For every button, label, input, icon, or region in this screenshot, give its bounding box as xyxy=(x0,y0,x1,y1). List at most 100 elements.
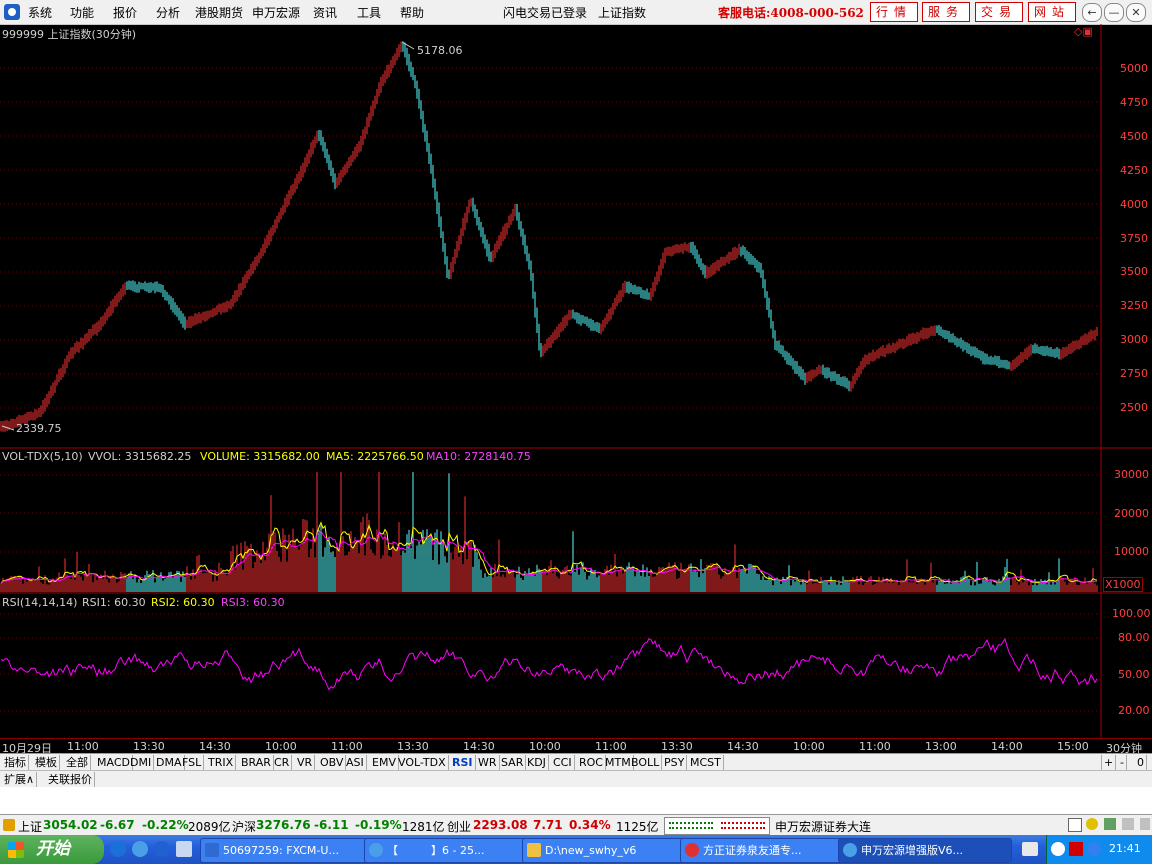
hs-index-name[interactable]: 沪深 xyxy=(232,818,256,835)
indicator-tab-boll[interactable]: BOLL xyxy=(629,755,663,770)
lock-status-icon[interactable] xyxy=(1122,818,1134,830)
broker-name: 申万宏源证券大连 xyxy=(775,820,872,834)
sh-index-name[interactable]: 上证 xyxy=(18,818,42,835)
close-icon[interactable]: ✕ xyxy=(1126,3,1146,22)
hs-index-amount: 1281亿 xyxy=(402,820,445,834)
task-founder[interactable]: 方正证券泉友通专... xyxy=(680,838,852,863)
quote-button[interactable]: 行情 xyxy=(870,2,918,22)
indicator-tab-wr[interactable]: WR xyxy=(476,755,500,770)
indicator-tab-sar[interactable]: SAR xyxy=(499,755,527,770)
keyboard-icon[interactable] xyxy=(1022,842,1038,856)
sound-icon[interactable] xyxy=(1140,818,1150,830)
menu-item-function[interactable]: 功能 xyxy=(70,4,94,21)
menu-item-analysis[interactable]: 分析 xyxy=(156,4,180,21)
start-button[interactable]: 开始 xyxy=(0,835,104,864)
high-price-label: 5178.06 xyxy=(417,44,463,57)
menu-item-quote[interactable]: 报价 xyxy=(113,4,137,21)
reset-zoom-button[interactable]: 0 xyxy=(1135,755,1147,770)
menu-item-system[interactable]: 系统 xyxy=(28,4,52,21)
task-swhy[interactable]: 申万宏源增强版V6... xyxy=(838,838,1012,863)
volume-indicator-name: VOL-TDX(5,10) xyxy=(2,450,83,463)
indicator-tab-cr[interactable]: CR xyxy=(272,755,293,770)
price-gridlines xyxy=(0,67,1101,409)
sh-index-change: -6.67 xyxy=(100,818,135,832)
indicator-tab-mcst[interactable]: MCST xyxy=(688,755,724,770)
time-label: 14:30 xyxy=(463,740,495,753)
rsi-tick: 80.00 xyxy=(1118,631,1150,644)
indicator-tab-[interactable]: 全部 xyxy=(64,755,91,770)
task-fxcm[interactable]: 50697259: FXCM-U... xyxy=(200,838,372,863)
indicator-tab-[interactable]: 指标 xyxy=(2,755,29,770)
indicator-tab-vr[interactable]: VR xyxy=(295,755,316,770)
indicator-tab-asi[interactable]: ASI xyxy=(344,755,367,770)
task-folder[interactable]: D:\new_swhy_v6 xyxy=(522,838,694,863)
time-label: 11:00 xyxy=(67,740,99,753)
flash-trade-status: 闪电交易已登录 xyxy=(503,6,588,20)
price-tick: 3000 xyxy=(1120,333,1148,346)
current-index-name: 上证指数 xyxy=(598,6,647,20)
menu-item-tools[interactable]: 工具 xyxy=(357,4,381,21)
tray-app-icon[interactable] xyxy=(1069,842,1083,856)
window-icon[interactable] xyxy=(1068,818,1082,832)
low-marker xyxy=(1,425,15,431)
tray-network-icon[interactable] xyxy=(1087,842,1101,856)
indicator-tab-cci[interactable]: CCI xyxy=(551,755,575,770)
price-tick: 3750 xyxy=(1120,232,1148,245)
start-label: 开始 xyxy=(36,839,70,859)
indicator-tab-kdj[interactable]: KDJ xyxy=(525,755,549,770)
tray-expand-icon[interactable] xyxy=(1051,842,1065,856)
indicator-tab-psy[interactable]: PSY xyxy=(662,755,688,770)
chart-title: 999999 上证指数(30分钟) xyxy=(2,28,137,41)
volume-ma10: MA10: 2728140.75 xyxy=(426,450,531,463)
ie-alt-icon[interactable] xyxy=(154,841,170,857)
task-document[interactable]: 【 】6 - 25... xyxy=(364,838,536,863)
indicator-tab-rsi[interactable]: RSI xyxy=(450,755,476,770)
indicator-tab-[interactable]: 模板 xyxy=(33,755,60,770)
ie-icon[interactable] xyxy=(110,841,126,857)
indicator-tab-dmi[interactable]: DMI xyxy=(128,755,155,770)
service-button[interactable]: 服务 xyxy=(922,2,970,22)
chart-area[interactable]: 999999 上证指数(30分钟) ◇▣ 5178.06 2339.75 500… xyxy=(0,24,1152,738)
zoom-out-button[interactable]: - xyxy=(1118,755,1127,770)
cy-index-pct: 0.34% xyxy=(569,818,611,832)
browser-icon[interactable] xyxy=(132,841,148,857)
smiley-icon[interactable] xyxy=(1086,818,1098,830)
related-quote-tab[interactable]: 关联报价 xyxy=(46,772,95,787)
indicator-tab-vol-tdx[interactable]: VOL-TDX xyxy=(396,755,449,770)
price-tick: 4250 xyxy=(1120,164,1148,177)
minimize-icon[interactable]: — xyxy=(1104,3,1124,22)
app-logo-icon xyxy=(4,4,20,20)
chart-options-icon[interactable]: ◇▣ xyxy=(1074,25,1093,38)
cy-index-name[interactable]: 创业 xyxy=(447,818,471,835)
price-tick: 3250 xyxy=(1120,299,1148,312)
expand-tab[interactable]: 扩展∧ xyxy=(2,772,38,787)
indicator-tab-trix[interactable]: TRIX xyxy=(206,755,237,770)
volume-unit: X1000 xyxy=(1103,577,1143,592)
volume-value: VOLUME: 3315682.00 xyxy=(200,450,320,463)
indicator-tab-obv[interactable]: OBV xyxy=(318,755,347,770)
time-label: 10:00 xyxy=(265,740,297,753)
indicator-tab-emv[interactable]: EMV xyxy=(370,755,399,770)
task-label: 方正证券泉友通专... xyxy=(703,844,802,857)
back-icon[interactable]: ← xyxy=(1082,3,1102,22)
founder-icon xyxy=(685,843,699,857)
signal-icon[interactable] xyxy=(1104,818,1116,830)
menu-item-news[interactable]: 资讯 xyxy=(313,4,337,21)
menu-item-hk-futures[interactable]: 港股期货 xyxy=(195,4,243,21)
menu-item-swhy[interactable]: 申万宏源 xyxy=(252,4,300,21)
price-tick: 4000 xyxy=(1120,198,1148,211)
rsi-tick: 20.00 xyxy=(1118,704,1150,717)
price-tick: 3500 xyxy=(1120,265,1148,278)
indicator-tab-fsl[interactable]: FSL xyxy=(180,755,205,770)
chart-canvas[interactable] xyxy=(0,24,1152,738)
desktop-icon[interactable] xyxy=(176,841,192,857)
menu-item-help[interactable]: 帮助 xyxy=(400,4,424,21)
time-label: 10:00 xyxy=(793,740,825,753)
trade-button[interactable]: 交易 xyxy=(975,2,1023,22)
fxcm-icon xyxy=(205,843,219,857)
indicator-tab-roc[interactable]: ROC xyxy=(577,755,606,770)
website-button[interactable]: 网站 xyxy=(1028,2,1076,22)
indicator-tab-brar[interactable]: BRAR xyxy=(239,755,274,770)
hs-index-price: 3276.76 xyxy=(256,818,311,832)
zoom-in-button[interactable]: + xyxy=(1101,755,1117,770)
